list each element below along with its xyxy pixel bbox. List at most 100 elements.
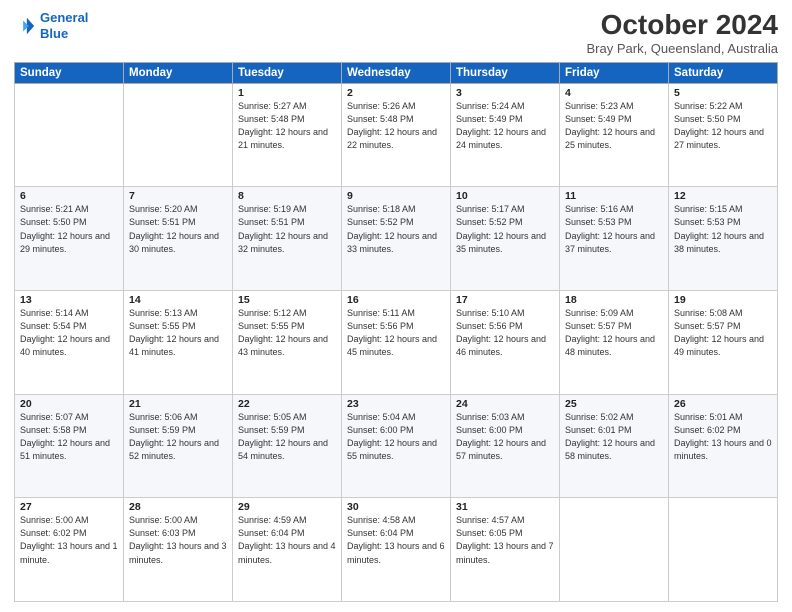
week-row-2: 6Sunrise: 5:21 AM Sunset: 5:50 PM Daylig… [15,187,778,291]
calendar-table: SundayMondayTuesdayWednesdayThursdayFrid… [14,62,778,602]
day-detail: Sunrise: 5:20 AM Sunset: 5:51 PM Dayligh… [129,203,227,255]
day-cell: 21Sunrise: 5:06 AM Sunset: 5:59 PM Dayli… [124,394,233,498]
day-detail: Sunrise: 5:23 AM Sunset: 5:49 PM Dayligh… [565,100,663,152]
day-cell: 26Sunrise: 5:01 AM Sunset: 6:02 PM Dayli… [669,394,778,498]
day-detail: Sunrise: 4:58 AM Sunset: 6:04 PM Dayligh… [347,514,445,566]
week-row-4: 20Sunrise: 5:07 AM Sunset: 5:58 PM Dayli… [15,394,778,498]
day-detail: Sunrise: 5:05 AM Sunset: 5:59 PM Dayligh… [238,411,336,463]
day-number: 11 [565,190,663,202]
day-number: 3 [456,87,554,99]
day-cell: 11Sunrise: 5:16 AM Sunset: 5:53 PM Dayli… [560,187,669,291]
day-cell: 20Sunrise: 5:07 AM Sunset: 5:58 PM Dayli… [15,394,124,498]
day-number: 20 [20,398,118,410]
day-detail: Sunrise: 5:14 AM Sunset: 5:54 PM Dayligh… [20,307,118,359]
day-number: 22 [238,398,336,410]
day-number: 31 [456,501,554,513]
day-number: 21 [129,398,227,410]
day-cell: 31Sunrise: 4:57 AM Sunset: 6:05 PM Dayli… [451,498,560,602]
day-detail: Sunrise: 5:07 AM Sunset: 5:58 PM Dayligh… [20,411,118,463]
day-number: 5 [674,87,772,99]
weekday-tuesday: Tuesday [233,62,342,83]
day-number: 15 [238,294,336,306]
day-number: 25 [565,398,663,410]
day-cell: 27Sunrise: 5:00 AM Sunset: 6:02 PM Dayli… [15,498,124,602]
title-block: October 2024 Bray Park, Queensland, Aust… [587,10,779,56]
day-cell: 15Sunrise: 5:12 AM Sunset: 5:55 PM Dayli… [233,291,342,395]
day-cell [15,83,124,187]
day-number: 6 [20,190,118,202]
day-cell: 1Sunrise: 5:27 AM Sunset: 5:48 PM Daylig… [233,83,342,187]
day-detail: Sunrise: 5:27 AM Sunset: 5:48 PM Dayligh… [238,100,336,152]
day-cell: 13Sunrise: 5:14 AM Sunset: 5:54 PM Dayli… [15,291,124,395]
logo-text: General Blue [40,10,88,41]
day-detail: Sunrise: 5:24 AM Sunset: 5:49 PM Dayligh… [456,100,554,152]
day-detail: Sunrise: 5:19 AM Sunset: 5:51 PM Dayligh… [238,203,336,255]
day-number: 7 [129,190,227,202]
location: Bray Park, Queensland, Australia [587,41,779,56]
day-detail: Sunrise: 5:17 AM Sunset: 5:52 PM Dayligh… [456,203,554,255]
day-detail: Sunrise: 4:57 AM Sunset: 6:05 PM Dayligh… [456,514,554,566]
day-cell: 18Sunrise: 5:09 AM Sunset: 5:57 PM Dayli… [560,291,669,395]
weekday-header-row: SundayMondayTuesdayWednesdayThursdayFrid… [15,62,778,83]
day-number: 24 [456,398,554,410]
week-row-3: 13Sunrise: 5:14 AM Sunset: 5:54 PM Dayli… [15,291,778,395]
logo-line2: Blue [40,26,68,41]
week-row-1: 1Sunrise: 5:27 AM Sunset: 5:48 PM Daylig… [15,83,778,187]
day-cell: 12Sunrise: 5:15 AM Sunset: 5:53 PM Dayli… [669,187,778,291]
day-detail: Sunrise: 5:08 AM Sunset: 5:57 PM Dayligh… [674,307,772,359]
weekday-friday: Friday [560,62,669,83]
day-number: 2 [347,87,445,99]
day-detail: Sunrise: 5:22 AM Sunset: 5:50 PM Dayligh… [674,100,772,152]
day-cell: 6Sunrise: 5:21 AM Sunset: 5:50 PM Daylig… [15,187,124,291]
day-cell: 9Sunrise: 5:18 AM Sunset: 5:52 PM Daylig… [342,187,451,291]
week-row-5: 27Sunrise: 5:00 AM Sunset: 6:02 PM Dayli… [15,498,778,602]
day-detail: Sunrise: 5:11 AM Sunset: 5:56 PM Dayligh… [347,307,445,359]
day-number: 13 [20,294,118,306]
weekday-saturday: Saturday [669,62,778,83]
day-number: 26 [674,398,772,410]
header: General Blue October 2024 Bray Park, Que… [14,10,778,56]
logo-line1: General [40,10,88,25]
day-number: 28 [129,501,227,513]
day-cell: 3Sunrise: 5:24 AM Sunset: 5:49 PM Daylig… [451,83,560,187]
day-cell: 4Sunrise: 5:23 AM Sunset: 5:49 PM Daylig… [560,83,669,187]
weekday-thursday: Thursday [451,62,560,83]
day-number: 23 [347,398,445,410]
day-detail: Sunrise: 5:03 AM Sunset: 6:00 PM Dayligh… [456,411,554,463]
day-detail: Sunrise: 5:06 AM Sunset: 5:59 PM Dayligh… [129,411,227,463]
day-number: 9 [347,190,445,202]
day-detail: Sunrise: 5:15 AM Sunset: 5:53 PM Dayligh… [674,203,772,255]
day-cell [560,498,669,602]
logo-icon [14,15,36,37]
weekday-monday: Monday [124,62,233,83]
day-detail: Sunrise: 5:13 AM Sunset: 5:55 PM Dayligh… [129,307,227,359]
day-cell: 8Sunrise: 5:19 AM Sunset: 5:51 PM Daylig… [233,187,342,291]
day-number: 4 [565,87,663,99]
day-cell [124,83,233,187]
day-cell: 29Sunrise: 4:59 AM Sunset: 6:04 PM Dayli… [233,498,342,602]
day-cell: 19Sunrise: 5:08 AM Sunset: 5:57 PM Dayli… [669,291,778,395]
day-number: 19 [674,294,772,306]
day-detail: Sunrise: 5:16 AM Sunset: 5:53 PM Dayligh… [565,203,663,255]
day-number: 17 [456,294,554,306]
day-detail: Sunrise: 5:26 AM Sunset: 5:48 PM Dayligh… [347,100,445,152]
day-detail: Sunrise: 5:10 AM Sunset: 5:56 PM Dayligh… [456,307,554,359]
day-number: 27 [20,501,118,513]
day-detail: Sunrise: 5:01 AM Sunset: 6:02 PM Dayligh… [674,411,772,463]
day-cell: 2Sunrise: 5:26 AM Sunset: 5:48 PM Daylig… [342,83,451,187]
day-cell: 16Sunrise: 5:11 AM Sunset: 5:56 PM Dayli… [342,291,451,395]
day-number: 1 [238,87,336,99]
day-detail: Sunrise: 5:21 AM Sunset: 5:50 PM Dayligh… [20,203,118,255]
day-number: 30 [347,501,445,513]
calendar-page: General Blue October 2024 Bray Park, Que… [0,0,792,612]
month-title: October 2024 [587,10,779,41]
day-number: 12 [674,190,772,202]
day-cell: 17Sunrise: 5:10 AM Sunset: 5:56 PM Dayli… [451,291,560,395]
day-cell: 23Sunrise: 5:04 AM Sunset: 6:00 PM Dayli… [342,394,451,498]
day-cell: 5Sunrise: 5:22 AM Sunset: 5:50 PM Daylig… [669,83,778,187]
day-cell: 10Sunrise: 5:17 AM Sunset: 5:52 PM Dayli… [451,187,560,291]
day-detail: Sunrise: 5:00 AM Sunset: 6:03 PM Dayligh… [129,514,227,566]
day-number: 8 [238,190,336,202]
day-number: 29 [238,501,336,513]
weekday-wednesday: Wednesday [342,62,451,83]
